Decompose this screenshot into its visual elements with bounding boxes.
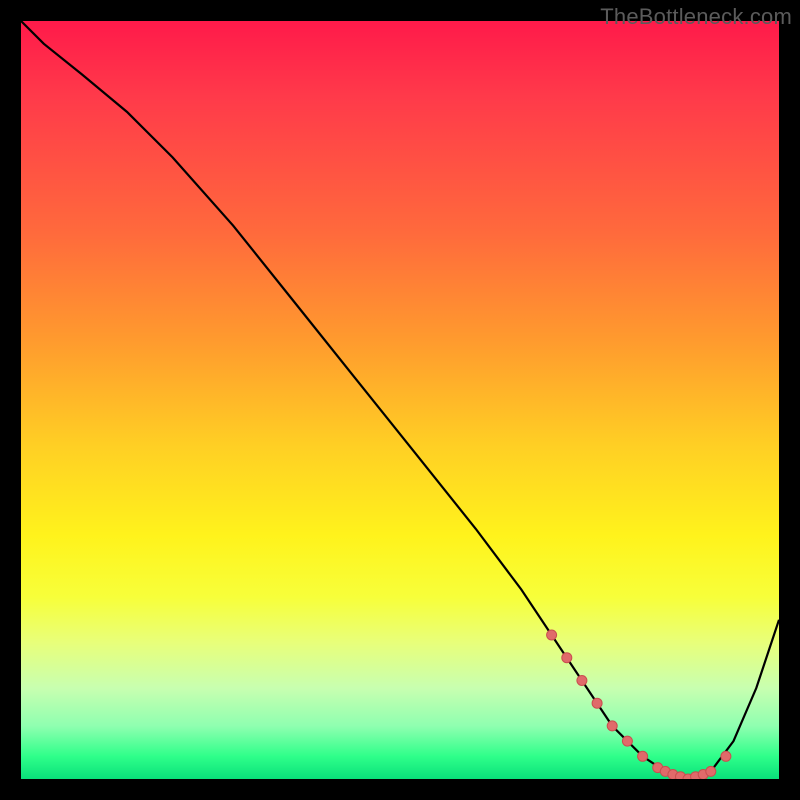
marker-dot — [721, 751, 731, 761]
plot-area — [21, 21, 779, 779]
curve-line — [21, 21, 779, 779]
marker-dot — [607, 721, 617, 731]
curve-markers — [547, 630, 731, 779]
marker-dot — [547, 630, 557, 640]
chart-frame: TheBottleneck.com — [0, 0, 800, 800]
watermark-text: TheBottleneck.com — [600, 4, 792, 30]
marker-dot — [622, 736, 632, 746]
marker-dot — [638, 751, 648, 761]
marker-dot — [562, 653, 572, 663]
marker-dot — [577, 676, 587, 686]
marker-dot — [706, 766, 716, 776]
bottleneck-curve — [21, 21, 779, 779]
marker-dot — [592, 698, 602, 708]
